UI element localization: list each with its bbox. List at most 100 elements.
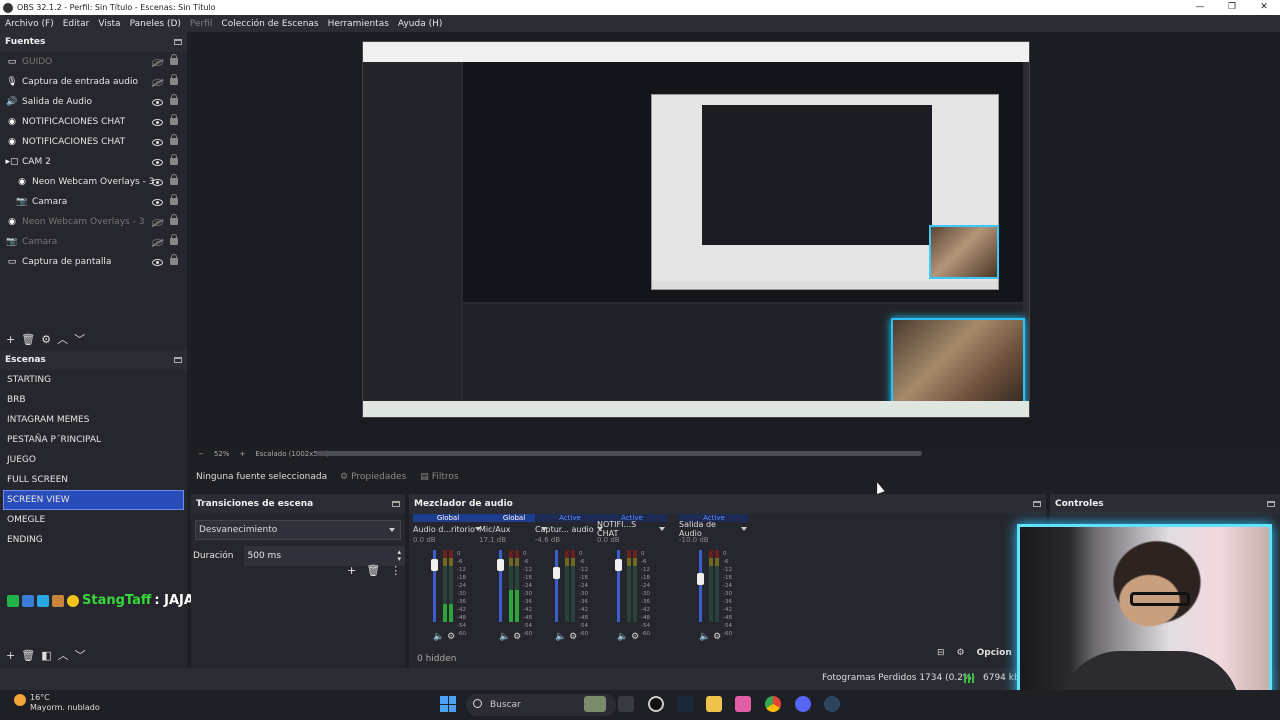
properties-button[interactable]: ⚙ Propiedades bbox=[340, 472, 406, 482]
mute-speaker-icon[interactable]: 🔈 ⚙ bbox=[499, 632, 521, 642]
steam-tray-icon[interactable] bbox=[824, 696, 840, 712]
mute-speaker-icon[interactable]: 🔈 ⚙ bbox=[555, 632, 577, 642]
mute-speaker-icon[interactable]: 🔈 ⚙ bbox=[699, 632, 721, 642]
undock-icon[interactable] bbox=[174, 39, 182, 45]
task-view-icon[interactable] bbox=[618, 696, 634, 712]
scene-item[interactable]: BRB bbox=[0, 390, 187, 410]
remove-source-icon[interactable]: 🗑 bbox=[21, 333, 35, 346]
move-down-icon[interactable]: ﹀ bbox=[75, 647, 86, 663]
menu-item[interactable]: Perfil bbox=[190, 19, 213, 29]
discord-icon[interactable] bbox=[795, 696, 811, 712]
lock-icon[interactable] bbox=[170, 134, 178, 145]
lock-icon[interactable] bbox=[170, 194, 178, 205]
channel-name[interactable]: Audio d...ritorio bbox=[413, 522, 483, 536]
chevron-down-icon[interactable] bbox=[659, 527, 665, 531]
windows-start-icon[interactable] bbox=[440, 696, 456, 712]
fader-knob[interactable] bbox=[697, 573, 704, 585]
lock-icon[interactable] bbox=[170, 74, 178, 85]
scene-filter-icon[interactable]: ◧ bbox=[41, 649, 51, 662]
add-transition-icon[interactable]: + bbox=[347, 564, 356, 577]
source-item[interactable]: 🎙 Captura de entrada audio bbox=[0, 72, 187, 92]
source-item[interactable]: ◉ NOTIFICACIONES CHAT bbox=[0, 132, 187, 152]
options-button[interactable]: Opcion bbox=[977, 648, 1012, 658]
menu-item[interactable]: Vista bbox=[98, 19, 120, 29]
source-item[interactable]: 🔊 Salida de Audio bbox=[0, 92, 187, 112]
scene-item[interactable]: FULL SCREEN bbox=[0, 470, 187, 490]
lock-icon[interactable] bbox=[170, 114, 178, 125]
visibility-eye-icon[interactable] bbox=[152, 158, 163, 166]
more-icon[interactable]: ⋮ bbox=[390, 564, 401, 577]
chevron-down-icon[interactable] bbox=[741, 527, 747, 531]
remove-scene-icon[interactable]: 🗑 bbox=[21, 649, 35, 662]
weather-widget[interactable]: 16°C Mayorm. nublado bbox=[14, 693, 100, 713]
menu-item[interactable]: Herramientas bbox=[328, 19, 389, 29]
visibility-eye-icon[interactable] bbox=[152, 198, 163, 206]
lock-icon[interactable] bbox=[170, 174, 178, 185]
visibility-eye-icon[interactable] bbox=[152, 258, 163, 266]
fader-knob[interactable] bbox=[553, 567, 560, 579]
zoom-out-icon[interactable]: − bbox=[198, 450, 204, 458]
volume-fader[interactable] bbox=[431, 550, 438, 622]
volume-fader[interactable] bbox=[697, 550, 704, 622]
visibility-eye-icon[interactable] bbox=[152, 58, 163, 66]
close-icon[interactable]: ✕ bbox=[1248, 0, 1280, 15]
visibility-eye-icon[interactable] bbox=[152, 178, 163, 186]
source-item[interactable]: ◉ NOTIFICACIONES CHAT bbox=[0, 112, 187, 132]
undock-icon[interactable] bbox=[1033, 501, 1041, 507]
duration-input[interactable]: 500 ms ▴ ▾ bbox=[243, 546, 405, 566]
minimize-icon[interactable]: — bbox=[1184, 0, 1216, 15]
visibility-eye-icon[interactable] bbox=[152, 78, 163, 86]
zoom-in-icon[interactable]: + bbox=[239, 450, 245, 458]
move-up-icon[interactable]: ︿ bbox=[57, 331, 68, 347]
lock-icon[interactable] bbox=[170, 54, 178, 65]
layout-icon[interactable]: ⊟ bbox=[937, 648, 945, 658]
maximize-icon[interactable]: ❐ bbox=[1216, 0, 1248, 15]
scene-item[interactable]: OMEGLE bbox=[0, 510, 187, 530]
gear-icon[interactable]: ⚙ bbox=[957, 648, 965, 658]
preview-scrollbar[interactable] bbox=[316, 451, 922, 456]
visibility-eye-icon[interactable] bbox=[152, 98, 163, 106]
lock-icon[interactable] bbox=[170, 214, 178, 225]
source-item[interactable]: 📷 Camara bbox=[0, 192, 187, 212]
volume-fader[interactable] bbox=[615, 550, 622, 622]
menu-item[interactable]: Archivo (F) bbox=[5, 19, 54, 29]
source-item[interactable]: 📷 Camara bbox=[0, 232, 187, 252]
source-item[interactable]: ◉ Neon Webcam Overlays - 3 bbox=[0, 212, 187, 232]
fader-knob[interactable] bbox=[431, 559, 438, 571]
folder-icon[interactable] bbox=[706, 696, 722, 712]
scene-item[interactable]: STARTING bbox=[0, 370, 187, 390]
preview-area[interactable]: − 52% + Escalado (1002x563) bbox=[191, 32, 1280, 458]
obs-app-icon[interactable] bbox=[648, 696, 664, 712]
visibility-eye-icon[interactable] bbox=[152, 218, 163, 226]
channel-name[interactable]: Captur... audio bbox=[535, 522, 605, 536]
undock-icon[interactable] bbox=[174, 357, 182, 363]
add-source-icon[interactable]: + bbox=[6, 333, 15, 346]
transition-select[interactable]: Desvanecimiento bbox=[195, 520, 401, 540]
volume-fader[interactable] bbox=[497, 550, 504, 622]
source-settings-icon[interactable]: ⚙ bbox=[41, 333, 51, 346]
app-icon[interactable] bbox=[735, 696, 751, 712]
mute-speaker-icon[interactable]: 🔈 ⚙ bbox=[433, 632, 455, 642]
source-item[interactable]: ▸▢ CAM 2 bbox=[0, 152, 187, 172]
channel-name[interactable]: NOTIFI...S CHAT bbox=[597, 520, 667, 538]
scene-item[interactable]: INTAGRAM MEMES bbox=[0, 410, 187, 430]
move-up-icon[interactable]: ︿ bbox=[58, 647, 69, 663]
scene-item[interactable]: ENDING bbox=[0, 530, 187, 550]
menu-item[interactable]: Colección de Escenas bbox=[221, 19, 318, 29]
lock-icon[interactable] bbox=[170, 234, 178, 245]
menu-item[interactable]: Editar bbox=[63, 19, 90, 29]
fader-knob[interactable] bbox=[497, 559, 504, 571]
lock-icon[interactable] bbox=[170, 94, 178, 105]
scene-item[interactable]: JUEGO bbox=[0, 450, 187, 470]
mute-speaker-icon[interactable]: 🔈 ⚙ bbox=[617, 632, 639, 642]
source-item[interactable]: ▭ GUIDO bbox=[0, 52, 187, 72]
undock-icon[interactable] bbox=[1267, 501, 1275, 507]
fader-knob[interactable] bbox=[615, 559, 622, 571]
source-item[interactable]: ◉ Neon Webcam Overlays - 3 bbox=[0, 172, 187, 192]
lock-icon[interactable] bbox=[170, 254, 178, 265]
menu-item[interactable]: Ayuda (H) bbox=[398, 19, 442, 29]
visibility-eye-icon[interactable] bbox=[152, 238, 163, 246]
chrome-icon[interactable] bbox=[765, 696, 781, 712]
widget-icon[interactable] bbox=[584, 696, 606, 712]
steam-icon[interactable] bbox=[677, 696, 693, 712]
